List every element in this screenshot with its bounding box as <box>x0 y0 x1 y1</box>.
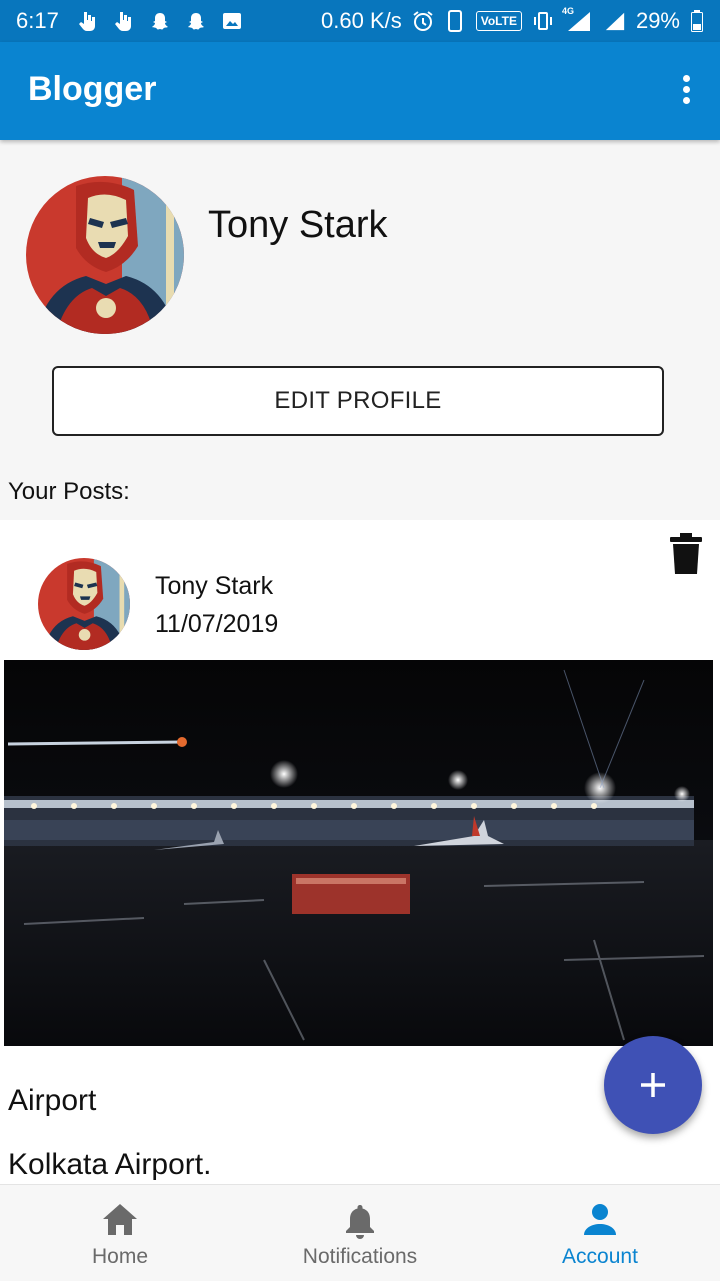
phone-outline-icon <box>444 10 466 32</box>
snapchat-icon <box>185 10 207 32</box>
post-author-avatar <box>38 558 130 650</box>
bottom-navigation: Home Notifications Account <box>0 1184 720 1280</box>
post-author-name: Tony Stark <box>155 572 274 600</box>
post-title: Airport <box>8 1084 97 1117</box>
app-title: Blogger <box>28 70 157 108</box>
your-posts-heading: Your Posts: <box>8 478 130 505</box>
post-description: Kolkata Airport. <box>8 1148 212 1181</box>
add-post-fab[interactable] <box>604 1036 702 1134</box>
network-speed: 0.60 K/s <box>321 8 402 33</box>
bell-icon <box>346 1205 374 1239</box>
nav-account-label: Account <box>562 1245 638 1268</box>
plus-icon <box>641 1073 665 1097</box>
nav-notifications-label: Notifications <box>302 1245 418 1268</box>
signal-icon <box>604 10 626 32</box>
menu-dot <box>682 86 690 93</box>
vibrate-icon <box>532 10 554 32</box>
nav-account[interactable]: Account <box>480 1185 720 1281</box>
profile-name: Tony Stark <box>208 204 388 246</box>
status-time: 6:17 <box>16 8 59 33</box>
profile-avatar[interactable] <box>26 176 184 334</box>
menu-dot <box>682 75 690 82</box>
snapchat-icon <box>149 10 171 32</box>
signal-4g-icon: 4G <box>562 6 594 32</box>
app-bar: Blogger <box>0 42 720 140</box>
person-icon <box>584 1204 616 1235</box>
hand-notification-icon <box>77 10 99 32</box>
trash-icon <box>670 533 702 574</box>
battery-icon <box>690 10 704 32</box>
alarm-icon <box>412 10 434 32</box>
delete-post-button[interactable] <box>668 532 704 576</box>
overflow-menu-button[interactable] <box>674 72 698 112</box>
home-icon <box>103 1204 137 1235</box>
edit-profile-button[interactable]: EDIT PROFILE <box>52 366 664 436</box>
status-bar: 6:17 0.60 K/s VoLTE 4G 29% <box>0 0 720 42</box>
nav-home-label: Home <box>91 1245 149 1268</box>
hand-notification-icon <box>113 10 135 32</box>
volte-badge: VoLTE <box>475 11 522 31</box>
nav-home[interactable]: Home <box>0 1185 240 1281</box>
battery-percent: 29% <box>635 8 680 33</box>
signal-4g-label: 4G <box>561 6 574 16</box>
post-date: 11/07/2019 <box>155 610 279 638</box>
nav-notifications[interactable]: Notifications <box>240 1185 480 1281</box>
post-image <box>4 660 713 1046</box>
menu-dot <box>682 97 690 104</box>
gallery-icon <box>221 10 243 32</box>
